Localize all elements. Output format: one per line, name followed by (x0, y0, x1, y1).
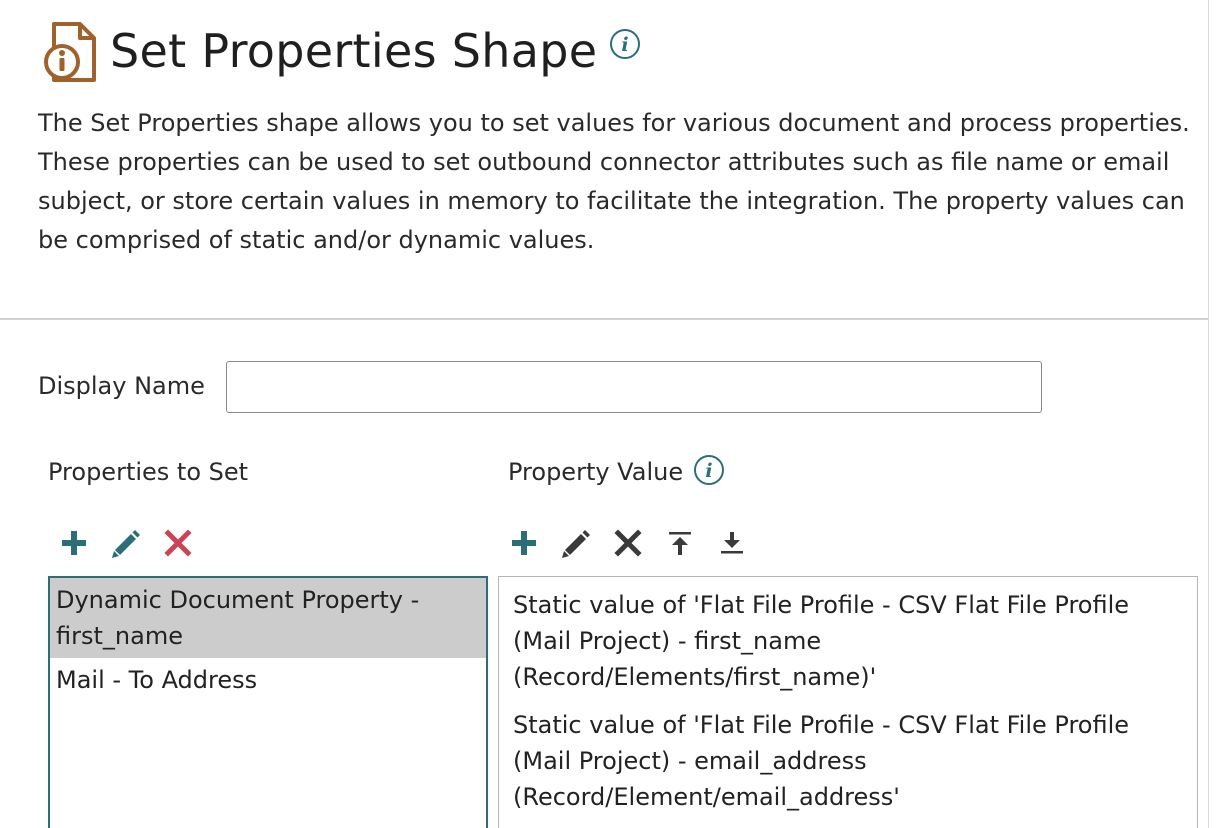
move-to-top-button[interactable] (666, 528, 694, 558)
delete-icon (164, 529, 192, 557)
display-name-label: Display Name (38, 372, 205, 400)
list-item[interactable]: Static value of 'Flat File Profile - CSV… (499, 697, 1197, 817)
add-value-button[interactable] (508, 528, 540, 558)
shape-description: The Set Properties shape allows you to s… (38, 109, 1190, 254)
delete-property-button[interactable] (162, 528, 194, 558)
section-divider (0, 318, 1208, 320)
page-title: Set Properties Shape (110, 24, 598, 78)
properties-to-set-label: Properties to Set (48, 458, 249, 486)
edit-property-button[interactable] (108, 526, 144, 560)
edit-icon (562, 530, 590, 558)
list-item[interactable]: Static value of 'Flat File Profile - CSV… (499, 577, 1197, 697)
set-properties-shape-dialog: Set Properties Shape i The Set Propertie… (0, 0, 1216, 828)
add-icon (512, 531, 536, 555)
property-value-header: Property Value i (508, 455, 725, 486)
add-property-button[interactable] (58, 528, 90, 558)
edit-icon (112, 530, 140, 558)
info-icon[interactable]: i (693, 454, 725, 486)
list-item[interactable]: Mail - To Address (50, 658, 486, 702)
move-top-icon (669, 532, 691, 555)
list-item[interactable]: Dynamic Document Property - first_name (50, 578, 486, 658)
info-icon[interactable]: i (609, 28, 641, 60)
panel-edge (1208, 0, 1209, 828)
properties-list: Dynamic Document Property - first_name M… (48, 576, 488, 828)
svg-text:i: i (705, 460, 712, 482)
display-name-input[interactable] (226, 361, 1042, 413)
move-to-bottom-button[interactable] (718, 528, 746, 558)
add-icon (62, 531, 86, 555)
move-bottom-icon (721, 532, 743, 554)
header: Set Properties Shape i (40, 18, 641, 84)
document-info-icon (44, 22, 96, 82)
delete-icon (614, 529, 642, 557)
property-values-list: Static value of 'Flat File Profile - CSV… (498, 576, 1198, 828)
property-value-label: Property Value (508, 458, 684, 486)
delete-value-button[interactable] (612, 528, 644, 558)
svg-text:i: i (622, 34, 629, 56)
edit-value-button[interactable] (558, 526, 594, 560)
